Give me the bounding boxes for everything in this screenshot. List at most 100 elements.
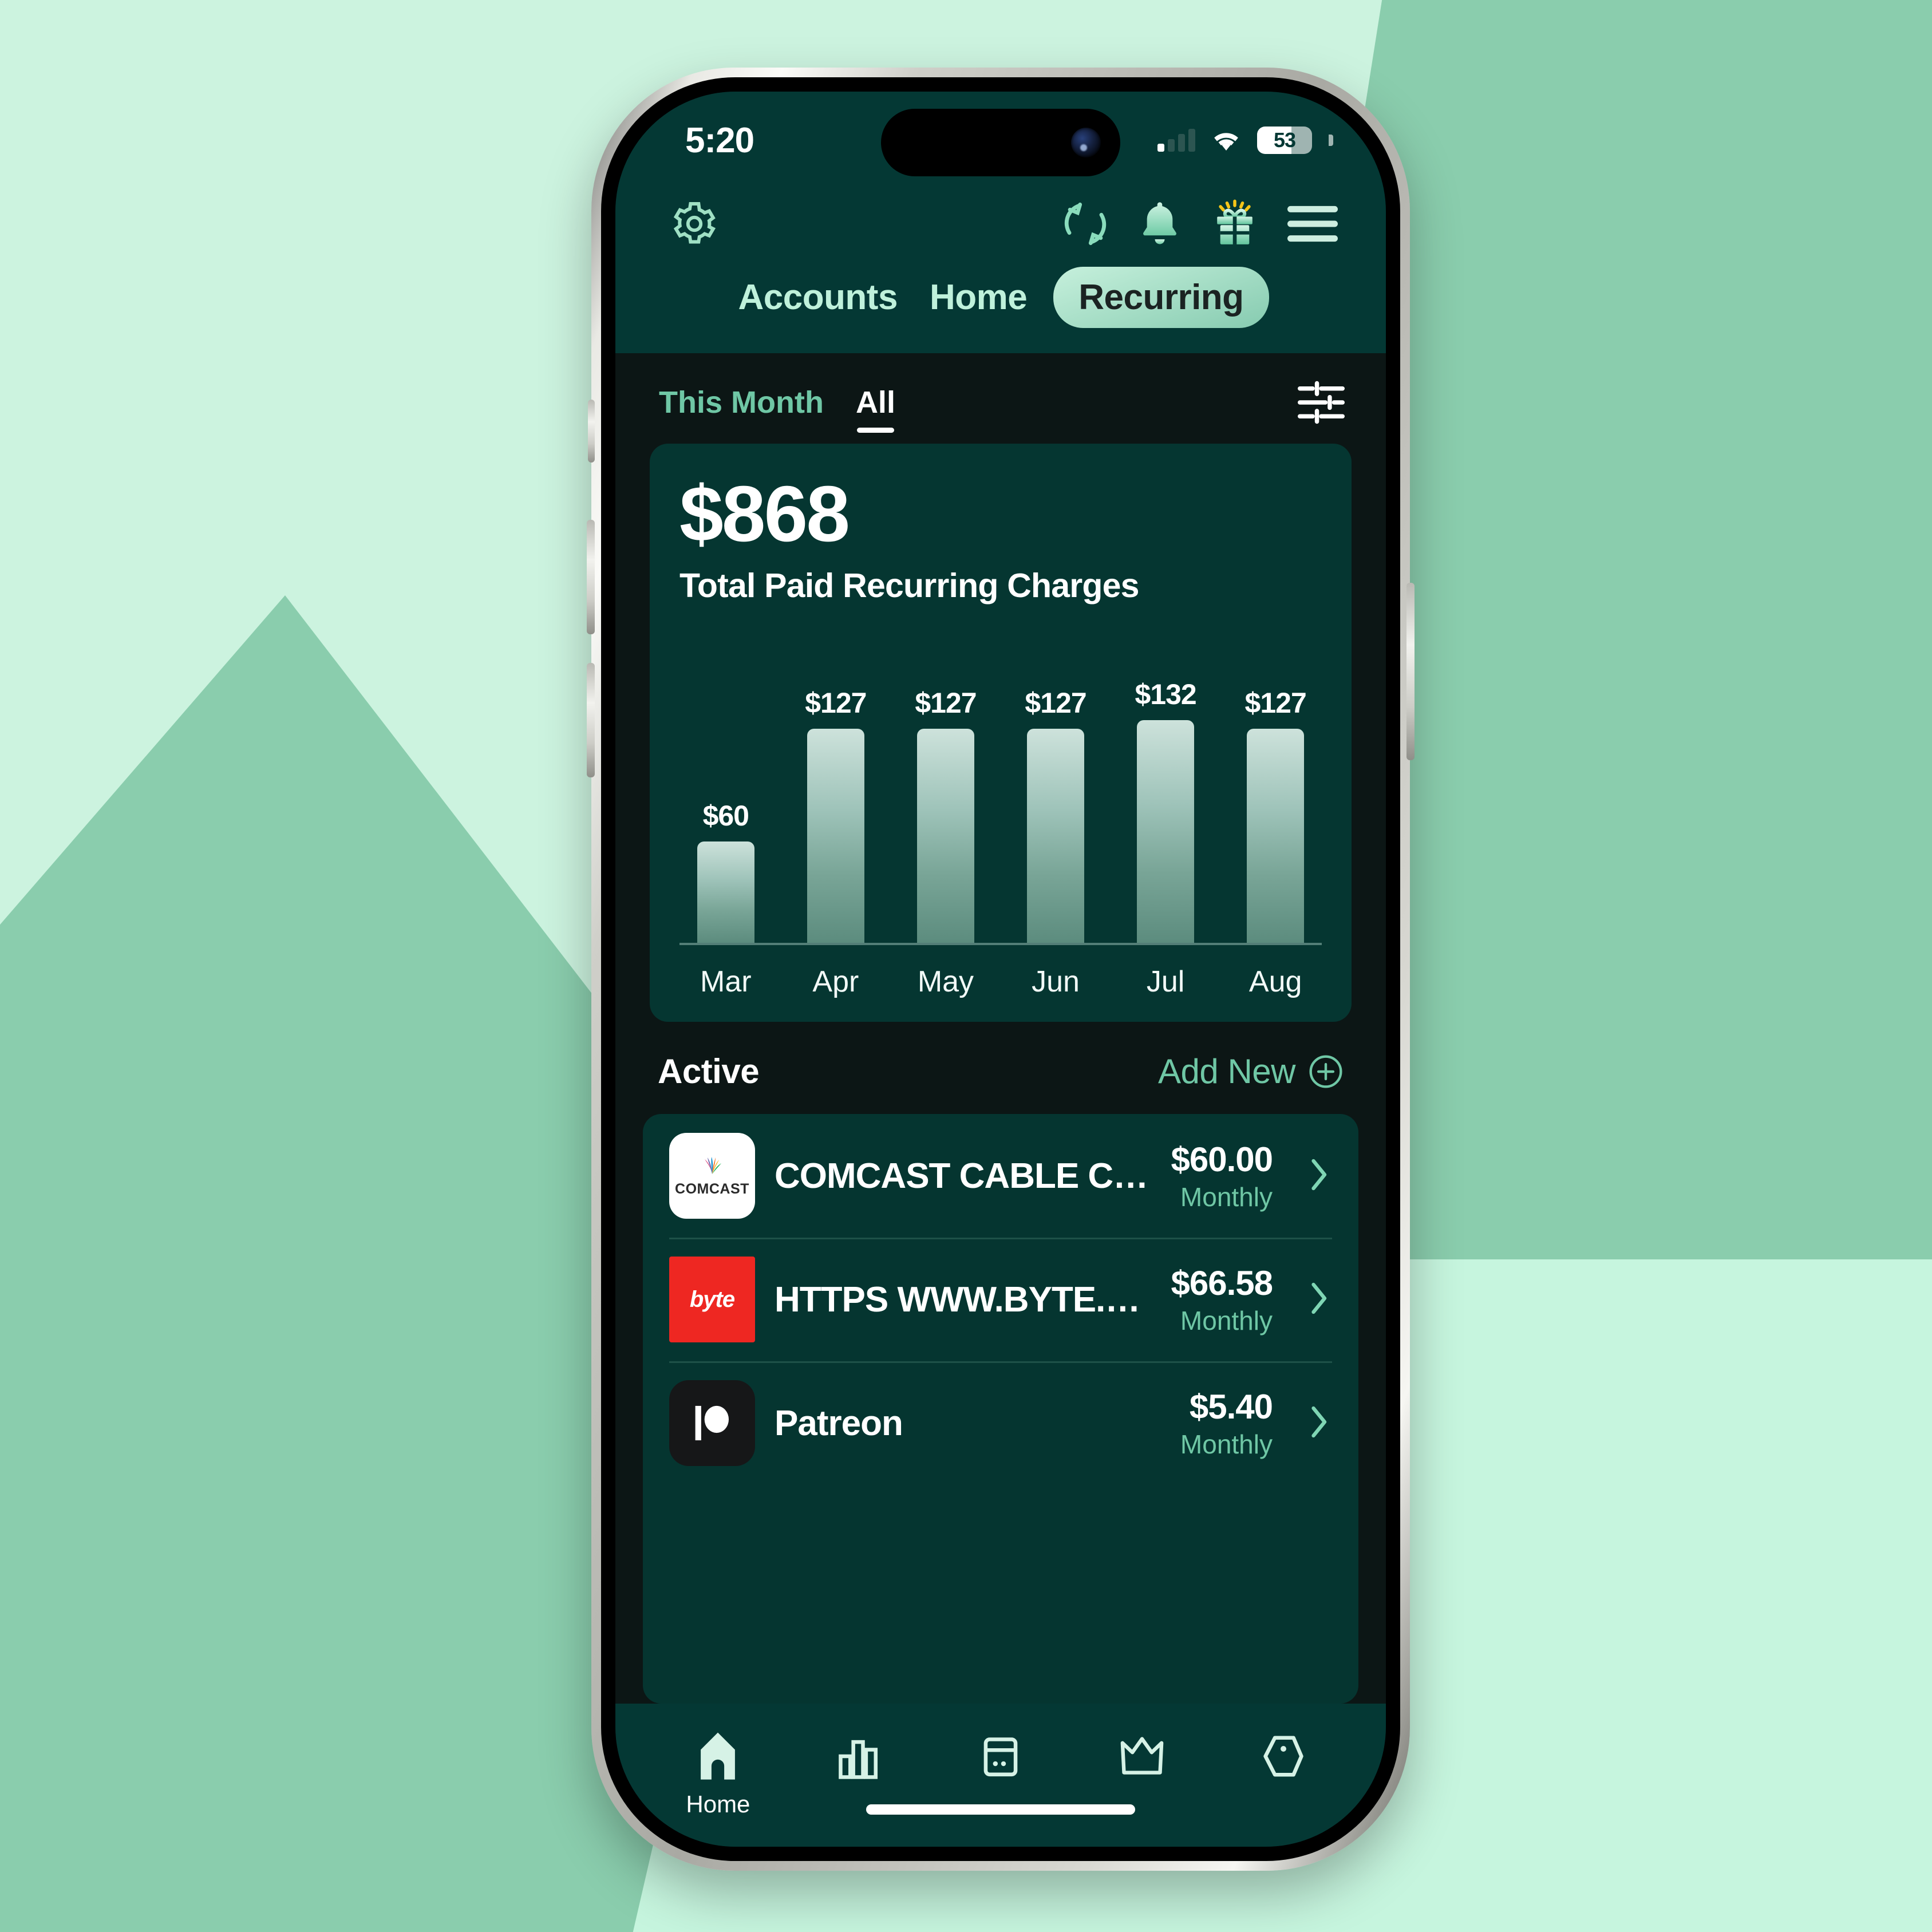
- filter-all[interactable]: All: [856, 385, 895, 433]
- add-new-label: Add New: [1158, 1052, 1295, 1091]
- comcast-wordmark: COMCAST: [675, 1180, 749, 1197]
- bar: [916, 728, 974, 943]
- x-axis-tick-label: Jul: [1146, 965, 1185, 998]
- sliders-filter-icon[interactable]: [1298, 381, 1345, 424]
- nav-label-home: Home: [686, 1791, 750, 1818]
- x-axis-tick-label: Aug: [1249, 965, 1302, 998]
- charge-amount-group: $66.58 Monthly: [1171, 1263, 1273, 1336]
- bar: [1247, 728, 1305, 943]
- charge-amount: $5.40: [1189, 1387, 1273, 1426]
- mute-switch[interactable]: [588, 400, 595, 463]
- bar-column[interactable]: $127: [899, 625, 992, 943]
- patreon-logo-icon: [669, 1380, 755, 1466]
- byte-wordmark: byte: [689, 1286, 735, 1312]
- bar-chart-icon: [839, 1740, 878, 1779]
- filter-this-month[interactable]: This Month: [659, 385, 824, 420]
- battery-percent-label: 53: [1273, 128, 1296, 152]
- charge-frequency: Monthly: [1180, 1182, 1273, 1212]
- poster-canvas: 5:20 53 Accounts Home Recurring This Mon…: [0, 0, 1932, 1932]
- power-button[interactable]: [1406, 583, 1415, 760]
- volume-down-button[interactable]: [587, 663, 595, 777]
- home-indicator: [866, 1804, 1135, 1815]
- bar-value-label: $127: [805, 686, 867, 719]
- recurring-charge-row[interactable]: Patreon $5.40 Monthly: [669, 1361, 1332, 1485]
- hamburger-menu-icon[interactable]: [1287, 204, 1338, 243]
- bar-value-label: $132: [1135, 678, 1196, 711]
- tag-icon: [1263, 1736, 1303, 1777]
- phone-screen: 5:20 53 Accounts Home Recurring This Mon…: [615, 92, 1386, 1847]
- x-axis-tick-label: Jun: [1032, 965, 1080, 998]
- bar-column[interactable]: $127: [1229, 625, 1322, 943]
- plus-circle-icon: [1309, 1054, 1342, 1088]
- recurring-charge-row[interactable]: byte HTTPS WWW.BYTE.C... $66.58 Monthly: [669, 1238, 1332, 1361]
- gift-icon[interactable]: [1210, 198, 1260, 250]
- add-new-button[interactable]: Add New: [1158, 1052, 1344, 1091]
- summary-chart-card: $868 Total Paid Recurring Charges $60 $12…: [650, 444, 1352, 1022]
- filter-bar: This Month All: [615, 353, 1386, 444]
- dynamic-island: [881, 109, 1120, 176]
- bar: [697, 841, 754, 943]
- tab-home[interactable]: Home: [924, 267, 1033, 328]
- bell-icon[interactable]: [1137, 199, 1182, 248]
- status-bar-clock: 5:20: [685, 120, 754, 160]
- crown-icon: [1120, 1737, 1164, 1775]
- recurring-charge-row[interactable]: COMCAST COMCAST CABLE CO... $60.00 Monthly: [669, 1114, 1332, 1238]
- tab-recurring[interactable]: Recurring: [1053, 267, 1269, 328]
- nav-item-rewards[interactable]: [1071, 1730, 1212, 1783]
- charge-amount: $66.58: [1171, 1263, 1273, 1302]
- status-bar: 5:20 53: [615, 97, 1386, 183]
- main-content: This Month All $868 Total Paid Recurring…: [615, 353, 1386, 1704]
- bar: [1027, 728, 1085, 943]
- patreon-mark: [695, 1405, 729, 1441]
- total-amount: $868: [679, 470, 850, 558]
- charge-frequency: Monthly: [1180, 1429, 1273, 1459]
- battery-indicator: 53: [1257, 127, 1312, 154]
- primary-tab-bar: Accounts Home Recurring: [615, 256, 1386, 353]
- bar-value-label: $127: [1025, 686, 1086, 719]
- bar-column[interactable]: $60: [679, 625, 772, 943]
- tab-accounts[interactable]: Accounts: [732, 267, 903, 328]
- status-bar-indicators: 53: [1157, 127, 1333, 154]
- gear-icon[interactable]: [670, 200, 718, 248]
- credit-card-icon: [983, 1737, 1018, 1777]
- total-amount-label: Total Paid Recurring Charges: [679, 567, 1139, 605]
- phone-device-frame: 5:20 53 Accounts Home Recurring This Mon…: [587, 68, 1415, 1871]
- x-axis-tick-label: Apr: [812, 965, 859, 998]
- charge-merchant-name: COMCAST CABLE CO...: [775, 1156, 1152, 1196]
- app-header: 5:20 53 Accounts Home Recurring: [615, 92, 1386, 353]
- home-icon: [701, 1732, 736, 1780]
- app-toolbar: [615, 183, 1386, 256]
- chevron-right-icon[interactable]: [1307, 1154, 1332, 1198]
- nav-item-insights[interactable]: [789, 1730, 930, 1783]
- bar-column[interactable]: $127: [789, 625, 882, 943]
- charge-merchant-name: Patreon: [775, 1403, 903, 1443]
- phone-bezel: 5:20 53 Accounts Home Recurring This Mon…: [601, 77, 1400, 1861]
- bar: [1137, 720, 1195, 943]
- bar-chart-x-axis: Mar Apr May Jun Jul Aug: [679, 945, 1322, 1022]
- charge-amount: $60.00: [1171, 1140, 1273, 1179]
- volume-up-button[interactable]: [587, 520, 595, 634]
- charge-merchant-name: HTTPS WWW.BYTE.C...: [775, 1279, 1152, 1319]
- active-section-title: Active: [658, 1052, 760, 1091]
- nav-item-home[interactable]: Home: [647, 1730, 789, 1818]
- recurring-charges-list: COMCAST COMCAST CABLE CO... $60.00 Monthly b…: [643, 1114, 1358, 1704]
- bar-column[interactable]: $132: [1119, 625, 1212, 943]
- bar: [807, 728, 864, 943]
- bar-value-label: $60: [702, 800, 749, 832]
- comcast-logo-icon: COMCAST: [669, 1133, 755, 1219]
- sync-refresh-icon[interactable]: [1061, 199, 1110, 248]
- chevron-right-icon[interactable]: [1307, 1278, 1332, 1322]
- x-axis-tick-label: May: [917, 965, 974, 998]
- front-camera-icon: [1071, 128, 1101, 157]
- bar-chart-plot: $60 $127 $127 $127 $132 $127: [679, 625, 1322, 945]
- wifi-icon: [1214, 133, 1238, 151]
- nav-item-cards[interactable]: [930, 1730, 1072, 1783]
- bar-column[interactable]: $127: [1009, 625, 1102, 943]
- chevron-right-icon[interactable]: [1307, 1401, 1332, 1445]
- nav-item-offers[interactable]: [1212, 1730, 1354, 1783]
- toolbar-icon-group: [1061, 198, 1338, 250]
- byte-logo-icon: byte: [669, 1257, 755, 1342]
- x-axis-tick-label: Mar: [700, 965, 752, 998]
- battery-cap: [1329, 135, 1333, 146]
- bottom-navigation-bar: Home: [615, 1704, 1386, 1847]
